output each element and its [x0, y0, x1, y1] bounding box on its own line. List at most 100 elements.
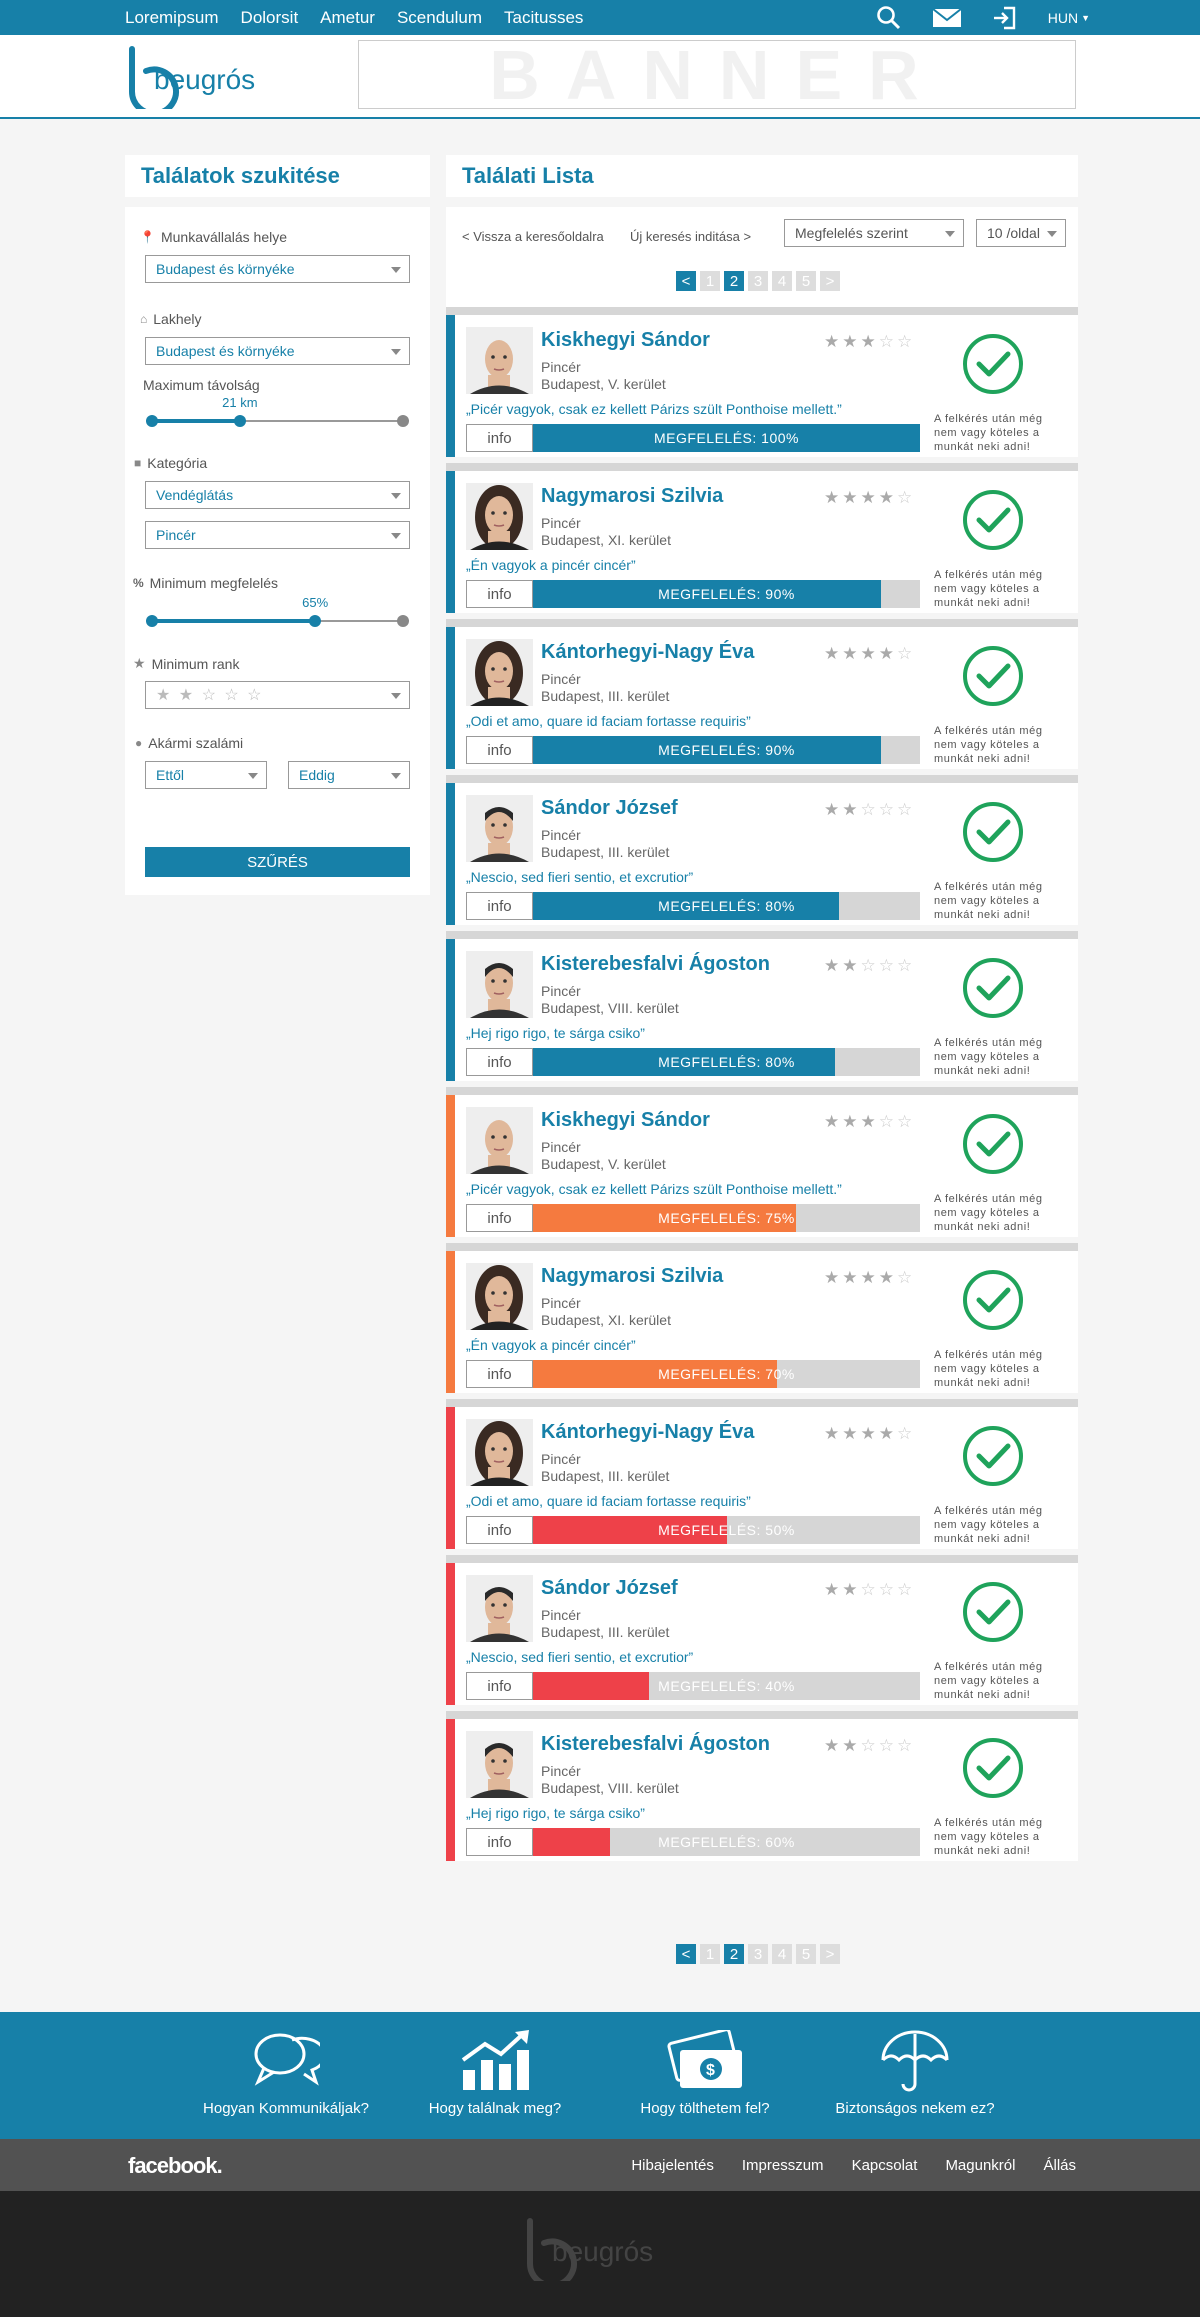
- nav-item-scendulum[interactable]: Scendulum: [397, 8, 482, 28]
- avatar[interactable]: [466, 1419, 533, 1486]
- search-icon[interactable]: [876, 5, 902, 31]
- result-card[interactable]: Sándor József ★★☆☆☆ Pincér Budapest, III. k…: [446, 775, 1078, 925]
- slider-start-handle[interactable]: [146, 615, 158, 627]
- avatar[interactable]: [466, 1263, 533, 1330]
- result-card[interactable]: Kiskhegyi Sándor ★★★☆☆ Pincér Budapest, V. …: [446, 307, 1078, 457]
- result-card[interactable]: Kisterebesfalvi Ágoston ★★☆☆☆ Pincér Budape…: [446, 1711, 1078, 1861]
- candidate-name[interactable]: Sándor József: [541, 797, 678, 820]
- info-button[interactable]: info: [466, 1048, 533, 1076]
- candidate-name[interactable]: Kisterebesfalvi Ágoston: [541, 1733, 770, 1756]
- request-check-icon[interactable]: [962, 645, 1024, 707]
- ad-banner[interactable]: BANNER: [358, 36, 1076, 114]
- beugros-logo[interactable]: beugrós: [124, 45, 274, 109]
- candidate-name[interactable]: Kántorhegyi-Nagy Éva: [541, 641, 754, 664]
- pager-page[interactable]: 1: [700, 271, 720, 291]
- slider-handle[interactable]: [233, 415, 246, 427]
- request-check-icon[interactable]: [962, 1425, 1024, 1487]
- candidate-name[interactable]: Kiskhegyi Sándor: [541, 329, 710, 352]
- request-check-icon[interactable]: [962, 1737, 1024, 1799]
- nav-item-dolorsit[interactable]: Dolorsit: [241, 8, 299, 28]
- pager-page[interactable]: 3: [748, 1944, 768, 1964]
- feature-upload[interactable]: $ Hogy tölthetem fel?: [620, 2012, 790, 2139]
- mail-icon[interactable]: [932, 7, 962, 28]
- candidate-name[interactable]: Sándor József: [541, 1577, 678, 1600]
- back-to-search-link[interactable]: < Vissza a keresőoldalra: [462, 229, 604, 244]
- pager-page[interactable]: 1: [700, 1944, 720, 1964]
- request-check-icon[interactable]: [962, 489, 1024, 551]
- info-button[interactable]: info: [466, 1360, 533, 1388]
- candidate-name[interactable]: Kiskhegyi Sándor: [541, 1109, 710, 1132]
- request-check-icon[interactable]: [962, 333, 1024, 395]
- nav-item-loremipsum[interactable]: Loremipsum: [125, 8, 219, 28]
- request-check-icon[interactable]: [962, 1113, 1024, 1175]
- pager-page[interactable]: 3: [748, 271, 768, 291]
- avatar[interactable]: [466, 639, 533, 706]
- facebook-link[interactable]: facebook.: [128, 2153, 223, 2179]
- result-card[interactable]: Kántorhegyi-Nagy Éva ★★★★☆ Pincér Budapest,…: [446, 619, 1078, 769]
- result-card[interactable]: Nagymarosi Szilvia ★★★★☆ Pincér Budapest, X…: [446, 463, 1078, 613]
- nav-item-ametur[interactable]: Ametur: [320, 8, 375, 28]
- pager-next[interactable]: >: [820, 1944, 840, 1964]
- per-page-select[interactable]: 10 /oldal: [976, 219, 1066, 247]
- new-search-link[interactable]: Új keresés inditása >: [630, 229, 751, 244]
- slider-end-handle[interactable]: [397, 415, 409, 427]
- pager-prev[interactable]: <: [676, 1944, 696, 1964]
- result-card[interactable]: Kiskhegyi Sándor ★★★☆☆ Pincér Budapest, V. …: [446, 1087, 1078, 1237]
- request-check-icon[interactable]: [962, 957, 1024, 1019]
- feature-safety[interactable]: Biztonságos nekem ez?: [830, 2012, 1000, 2139]
- info-button[interactable]: info: [466, 1204, 533, 1232]
- salary-from-select[interactable]: Ettől: [145, 761, 267, 789]
- rank-select[interactable]: ★ ★ ☆ ☆ ☆: [145, 681, 410, 709]
- result-card[interactable]: Sándor József ★★☆☆☆ Pincér Budapest, III. k…: [446, 1555, 1078, 1705]
- candidate-name[interactable]: Nagymarosi Szilvia: [541, 1265, 723, 1288]
- info-button[interactable]: info: [466, 424, 533, 452]
- avatar[interactable]: [466, 327, 533, 394]
- slider-start-handle[interactable]: [146, 415, 158, 427]
- match-slider[interactable]: 65%: [146, 595, 409, 631]
- pager-page[interactable]: 2: [724, 271, 744, 291]
- request-check-icon[interactable]: [962, 1269, 1024, 1331]
- workplace-select[interactable]: Budapest és környéke: [145, 255, 410, 283]
- nav-item-tacitusses[interactable]: Tacitusses: [504, 8, 583, 28]
- residence-select[interactable]: Budapest és környéke: [145, 337, 410, 365]
- avatar[interactable]: [466, 1731, 533, 1798]
- info-button[interactable]: info: [466, 1672, 533, 1700]
- login-icon[interactable]: [992, 6, 1018, 30]
- pager-next[interactable]: >: [820, 271, 840, 291]
- pager-prev[interactable]: <: [676, 271, 696, 291]
- slider-end-handle[interactable]: [397, 615, 409, 627]
- pager-page[interactable]: 5: [796, 1944, 816, 1964]
- footer-link-imprint[interactable]: Impresszum: [742, 2157, 824, 2174]
- info-button[interactable]: info: [466, 736, 533, 764]
- footer-link-contact[interactable]: Kapcsolat: [852, 2157, 918, 2174]
- avatar[interactable]: [466, 1575, 533, 1642]
- footer-link-bug-report[interactable]: Hibajelentés: [631, 2157, 714, 2174]
- pager-page[interactable]: 5: [796, 271, 816, 291]
- salary-to-select[interactable]: Eddig: [288, 761, 410, 789]
- result-card[interactable]: Kántorhegyi-Nagy Éva ★★★★☆ Pincér Budapest,…: [446, 1399, 1078, 1549]
- pager-page[interactable]: 4: [772, 1944, 792, 1964]
- category-select[interactable]: Vendéglátás: [145, 481, 410, 509]
- language-selector[interactable]: HUN ▼: [1048, 10, 1090, 26]
- info-button[interactable]: info: [466, 892, 533, 920]
- subcategory-select[interactable]: Pincér: [145, 521, 410, 549]
- candidate-name[interactable]: Kisterebesfalvi Ágoston: [541, 953, 770, 976]
- pager-page[interactable]: 2: [724, 1944, 744, 1964]
- feature-communicate[interactable]: Hogyan Kommunikáljak?: [200, 2012, 372, 2139]
- avatar[interactable]: [466, 951, 533, 1018]
- candidate-name[interactable]: Kántorhegyi-Nagy Éva: [541, 1421, 754, 1444]
- pager-page[interactable]: 4: [772, 271, 792, 291]
- info-button[interactable]: info: [466, 1516, 533, 1544]
- slider-handle[interactable]: [309, 615, 322, 627]
- candidate-name[interactable]: Nagymarosi Szilvia: [541, 485, 723, 508]
- sort-select[interactable]: Megfelelés szerint: [784, 219, 964, 247]
- filter-button[interactable]: SZŰRÉS: [145, 847, 410, 877]
- info-button[interactable]: info: [466, 580, 533, 608]
- distance-slider[interactable]: 21 km: [146, 395, 409, 431]
- result-card[interactable]: Kisterebesfalvi Ágoston ★★☆☆☆ Pincér Budape…: [446, 931, 1078, 1081]
- request-check-icon[interactable]: [962, 801, 1024, 863]
- avatar[interactable]: [466, 795, 533, 862]
- avatar[interactable]: [466, 1107, 533, 1174]
- result-card[interactable]: Nagymarosi Szilvia ★★★★☆ Pincér Budapest, X…: [446, 1243, 1078, 1393]
- avatar[interactable]: [466, 483, 533, 550]
